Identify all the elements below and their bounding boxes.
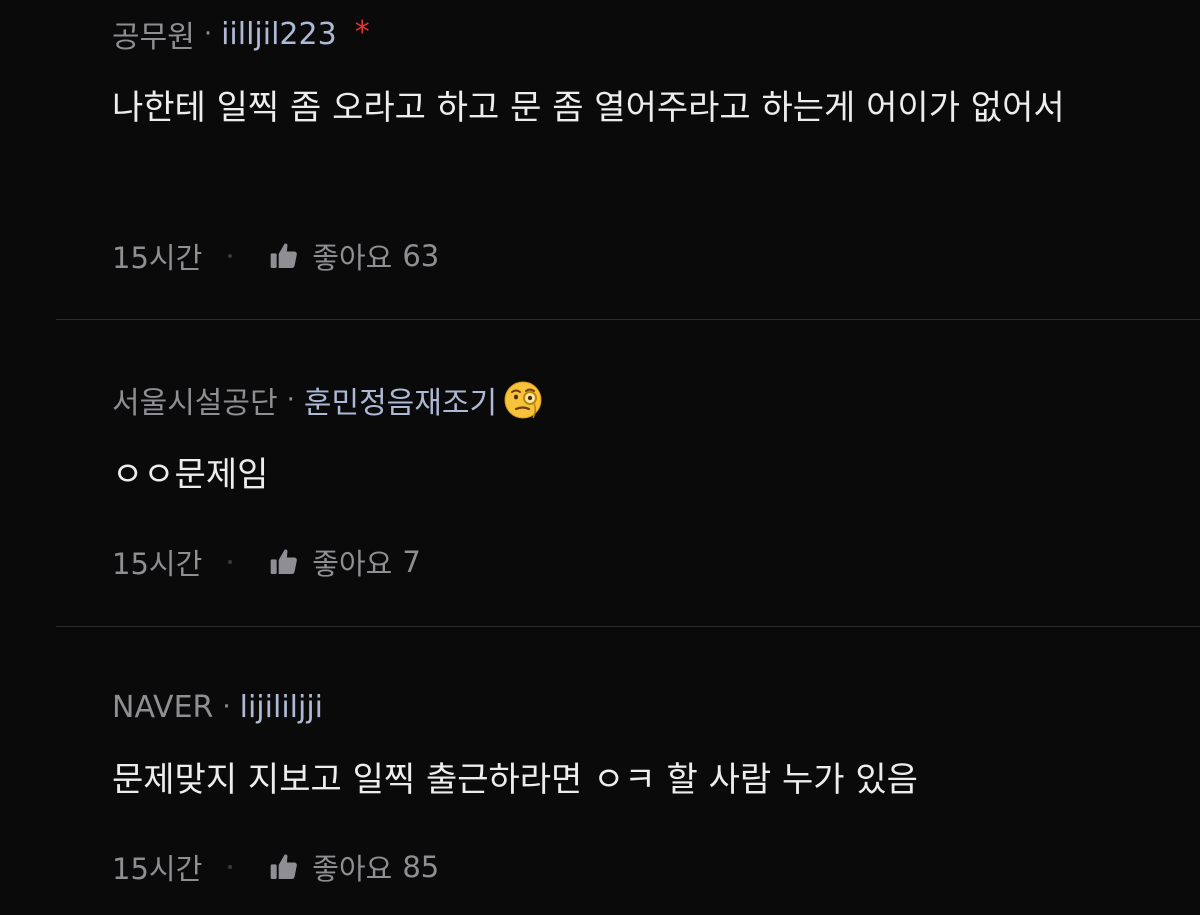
actions-dot-separator [228, 865, 233, 869]
author-name[interactable]: lijililjji [240, 690, 323, 725]
comment-time: 15시간 [112, 852, 203, 886]
comment-meta: NAVER · lijililjji [112, 685, 323, 729]
company-name: 서울시설공단 [112, 386, 278, 421]
comment-meta: 서울시설공단 · 훈민정음재조기 [112, 378, 543, 422]
comment-text: 나한테 일찍 좀 오라고 하고 문 좀 열어주라고 하는게 어이가 없어서 [112, 88, 1065, 128]
thumbs-up-icon [270, 243, 298, 268]
author-name[interactable]: 훈민정음재조기 [304, 378, 497, 422]
like-label: 좋아요 [312, 547, 393, 581]
like-count: 7 [402, 545, 421, 579]
thumbs-up-icon [270, 854, 298, 879]
actions-dot-separator [228, 254, 233, 258]
like-button[interactable]: 좋아요 63 [268, 235, 439, 277]
comment-actions: 15시간 좋아요 63 [112, 234, 439, 278]
comment-time: 15시간 [112, 547, 203, 581]
like-label: 좋아요 [312, 241, 393, 275]
company-name: NAVER [112, 689, 214, 725]
like-count: 85 [402, 850, 440, 884]
like-count: 63 [402, 239, 440, 273]
comment-time: 15시간 [112, 241, 203, 275]
like-label: 좋아요 [312, 852, 393, 886]
thumbs-up-icon [270, 549, 298, 574]
comment-text: ㅇㅇ문제임 [112, 455, 269, 495]
like-button[interactable]: 좋아요 85 [268, 846, 439, 888]
comment-text: 문제맞지 지보고 일찍 출근하라면 ㅇㅋ 할 사람 누가 있음 [112, 760, 918, 800]
comment-actions: 15시간 좋아요 7 [112, 540, 421, 584]
author-name[interactable]: iilljil223 [221, 17, 337, 52]
comment-meta: 공무원 · iilljil223 * [112, 12, 370, 56]
comment-actions: 15시간 좋아요 85 [112, 845, 439, 889]
meta-separator: · [203, 19, 213, 49]
author-badge: * [354, 14, 370, 50]
comment-divider [56, 626, 1200, 627]
like-button[interactable]: 좋아요 7 [268, 541, 421, 583]
company-name: 공무원 [112, 20, 195, 55]
meta-separator: · [222, 692, 231, 722]
actions-dot-separator [228, 560, 233, 564]
face-with-monocle-emoji [504, 381, 542, 419]
comment-divider [56, 319, 1200, 320]
meta-separator: · [286, 385, 295, 415]
